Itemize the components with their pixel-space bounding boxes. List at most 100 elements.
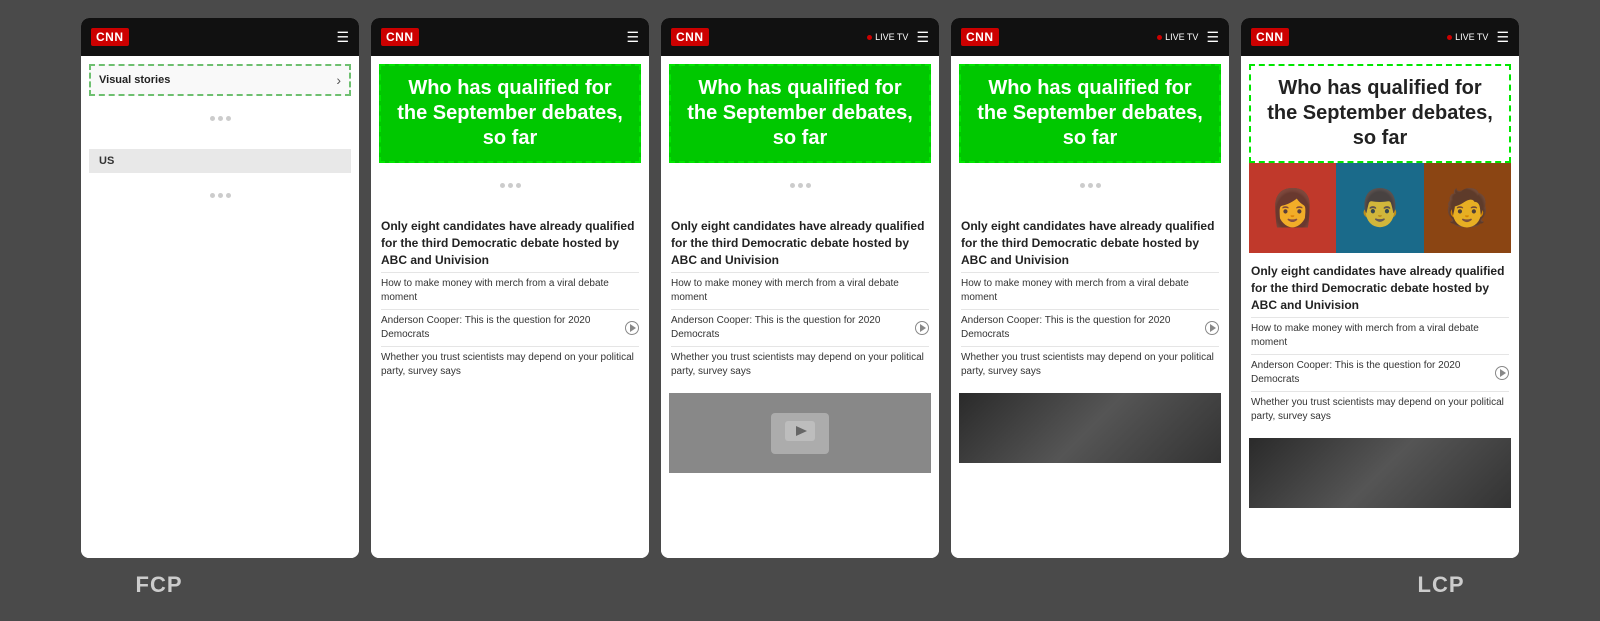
video-placeholder-3: [669, 393, 931, 473]
main-text-2: Only eight candidates have already quali…: [381, 218, 639, 268]
live-dot-4: [1157, 35, 1162, 40]
sub-item-3-0[interactable]: How to make money with merch from a vira…: [671, 272, 929, 309]
person-1-icon: 👩: [1270, 187, 1315, 229]
sub-item-text-3-1: Anderson Cooper: This is the question fo…: [671, 314, 911, 342]
hamburger-icon-3[interactable]: ☰: [916, 29, 929, 46]
sub-item-5-2[interactable]: Whether you trust scientists may depend …: [1251, 391, 1509, 428]
hamburger-icon-5[interactable]: ☰: [1496, 29, 1509, 46]
phone-5: CNN LIVE TV ☰ Who has qualified for the …: [1241, 18, 1519, 558]
phone-1: CNN ☰ Visual stories › US: [81, 18, 359, 558]
play-icon-4-1: [1205, 321, 1219, 335]
dot-1: [210, 116, 215, 121]
phone-2: CNN ☰ Who has qualified for the Septembe…: [371, 18, 649, 558]
phone-4: CNN LIVE TV ☰ Who has qualified for the …: [951, 18, 1229, 558]
d3: [516, 183, 521, 188]
photo-right: 🧑: [1424, 163, 1511, 253]
d3p4: [1096, 183, 1101, 188]
cnn-logo-3: CNN: [671, 28, 709, 46]
lcp-label: LCP: [1302, 572, 1580, 598]
header-right-1: ☰: [336, 29, 349, 46]
sub-item-2-2[interactable]: Whether you trust scientists may depend …: [381, 346, 639, 383]
header-right-5: LIVE TV ☰: [1447, 29, 1509, 46]
phone-3-header: CNN LIVE TV ☰: [661, 18, 939, 56]
visual-stories-bar[interactable]: Visual stories ›: [89, 64, 351, 96]
phone-5-content: Who has qualified for the September deba…: [1241, 56, 1519, 558]
d2: [508, 183, 513, 188]
phone-5-header: CNN LIVE TV ☰: [1241, 18, 1519, 56]
bottom-image-4: [959, 393, 1221, 463]
phone-1-header: CNN ☰: [81, 18, 359, 56]
photo-left: 👩: [1249, 163, 1336, 253]
dot-4: [210, 193, 215, 198]
spacer-1: [341, 572, 619, 598]
sub-item-3-1[interactable]: Anderson Cooper: This is the question fo…: [671, 309, 929, 346]
sub-item-5-0[interactable]: How to make money with merch from a vira…: [1251, 317, 1509, 354]
loading-dots-phone2: [371, 163, 649, 208]
loading-dots-2: [81, 173, 359, 218]
phone-2-content: Who has qualified for the September deba…: [371, 56, 649, 558]
sub-item-2-0[interactable]: How to make money with merch from a vira…: [381, 272, 639, 309]
d1p4: [1080, 183, 1085, 188]
d2p4: [1088, 183, 1093, 188]
hamburger-icon-4[interactable]: ☰: [1206, 29, 1219, 46]
live-dot-3: [867, 35, 872, 40]
play-triangle-5: [1500, 369, 1506, 377]
headline-title-3: Who has qualified for the September deba…: [669, 64, 931, 163]
play-icon-2-1: [625, 321, 639, 335]
sub-item-text-4-1: Anderson Cooper: This is the question fo…: [961, 314, 1201, 342]
headline-section-4: Only eight candidates have already quali…: [951, 208, 1229, 389]
headline-title-text-2: Who has qualified for the September deba…: [397, 77, 623, 149]
phone-4-header: CNN LIVE TV ☰: [951, 18, 1229, 56]
spacer-3: [982, 572, 1260, 598]
phone-3: CNN LIVE TV ☰ Who has qualified for the …: [661, 18, 939, 558]
headline-title-text-4: Who has qualified for the September deba…: [977, 77, 1203, 149]
main-text-5: Only eight candidates have already quali…: [1251, 263, 1509, 313]
d3p3: [806, 183, 811, 188]
play-triangle-3: [920, 324, 926, 332]
header-right-2: ☰: [626, 29, 639, 46]
headline-title-text-3: Who has qualified for the September deba…: [687, 77, 913, 149]
play-triangle-4: [1210, 324, 1216, 332]
cnn-logo-5: CNN: [1251, 28, 1289, 46]
video-inner-3: [771, 413, 829, 454]
sub-item-text-4-0: How to make money with merch from a vira…: [961, 278, 1189, 303]
live-tv-text-5: LIVE TV: [1455, 32, 1488, 42]
sub-item-text-5-2: Whether you trust scientists may depend …: [1251, 397, 1504, 422]
headline-title-2: Who has qualified for the September deba…: [379, 64, 641, 163]
sub-item-text-3-2: Whether you trust scientists may depend …: [671, 352, 924, 377]
sub-item-text-2-0: How to make money with merch from a vira…: [381, 278, 609, 303]
sub-item-3-2[interactable]: Whether you trust scientists may depend …: [671, 346, 929, 383]
sub-item-text-3-0: How to make money with merch from a vira…: [671, 278, 899, 303]
sub-item-4-0[interactable]: How to make money with merch from a vira…: [961, 272, 1219, 309]
live-tv-text-3: LIVE TV: [875, 32, 908, 42]
phones-container: CNN ☰ Visual stories › US: [0, 0, 1600, 558]
phone-1-content: Visual stories › US: [81, 56, 359, 558]
sub-item-2-1[interactable]: Anderson Cooper: This is the question fo…: [381, 309, 639, 346]
play-triangle: [630, 324, 636, 332]
main-text-3: Only eight candidates have already quali…: [671, 218, 929, 268]
hamburger-icon-1[interactable]: ☰: [336, 29, 349, 46]
cnn-logo-2: CNN: [381, 28, 419, 46]
bottom-image-5: [1249, 438, 1511, 508]
headline-title-4: Who has qualified for the September deba…: [959, 64, 1221, 163]
photo-middle: 👨: [1336, 163, 1423, 253]
sub-item-text-5-0: How to make money with merch from a vira…: [1251, 323, 1479, 348]
video-play-icon: [785, 421, 815, 441]
sub-item-text-2-2: Whether you trust scientists may depend …: [381, 352, 634, 377]
sub-item-4-2[interactable]: Whether you trust scientists may depend …: [961, 346, 1219, 383]
phone-3-content: Who has qualified for the September deba…: [661, 56, 939, 558]
sub-item-5-1[interactable]: Anderson Cooper: This is the question fo…: [1251, 354, 1509, 391]
fcp-label: FCP: [20, 572, 298, 598]
sub-item-text-4-2: Whether you trust scientists may depend …: [961, 352, 1214, 377]
live-tv-3: LIVE TV: [867, 32, 908, 42]
sub-item-text-5-1: Anderson Cooper: This is the question fo…: [1251, 359, 1491, 387]
headline-section-3: Only eight candidates have already quali…: [661, 208, 939, 389]
cnn-logo-1: CNN: [91, 28, 129, 46]
phone-4-content: Who has qualified for the September deba…: [951, 56, 1229, 558]
dot-6: [226, 193, 231, 198]
live-dot-5: [1447, 35, 1452, 40]
hamburger-icon-2[interactable]: ☰: [626, 29, 639, 46]
person-3-icon: 🧑: [1445, 187, 1490, 229]
play-icon-3-1: [915, 321, 929, 335]
sub-item-4-1[interactable]: Anderson Cooper: This is the question fo…: [961, 309, 1219, 346]
